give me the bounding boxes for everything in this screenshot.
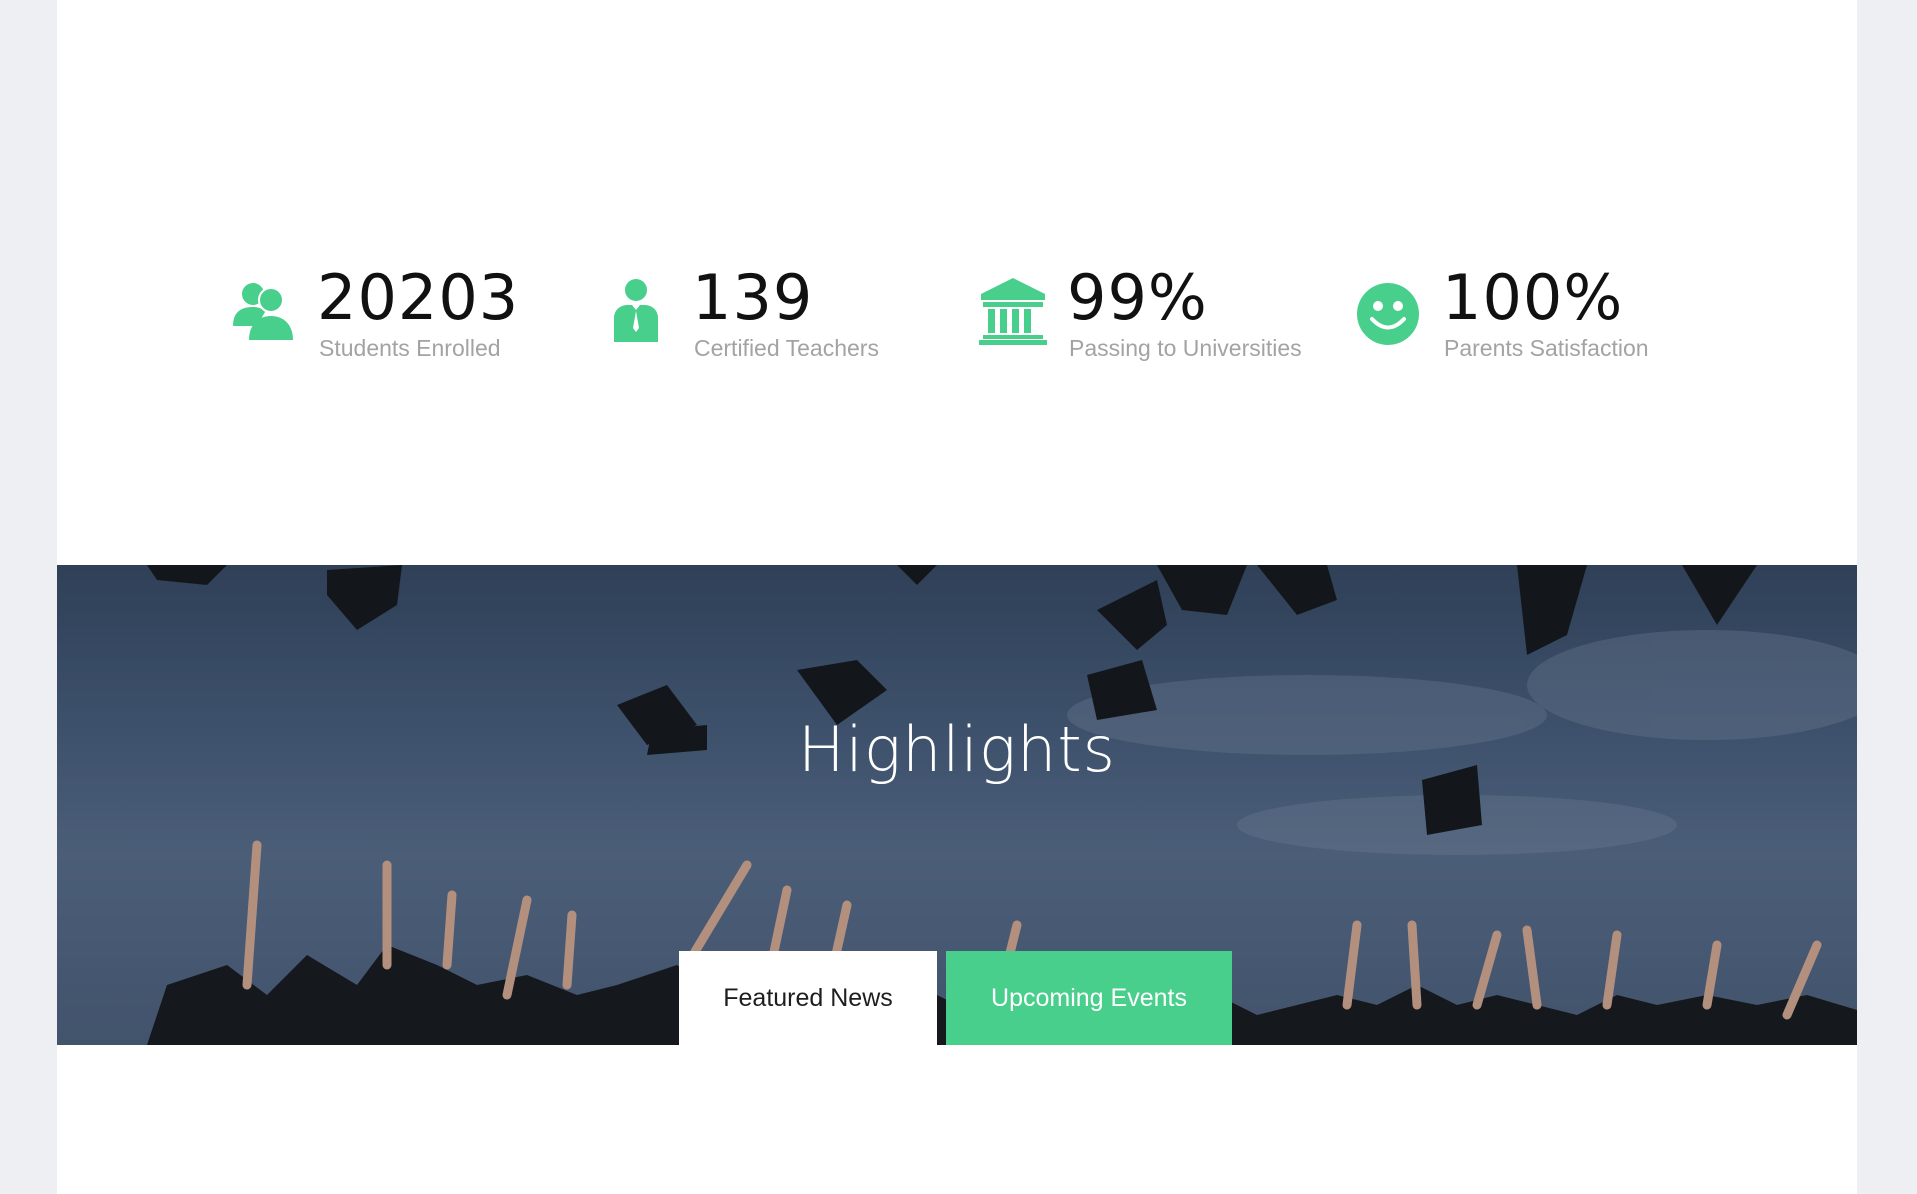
users-icon [233,283,293,340]
stat-number: 100% [1442,261,1624,334]
university-icon [979,278,1047,345]
highlights-title: Highlights [798,713,1116,786]
tab-upcoming-events[interactable]: Upcoming Events [946,951,1232,1045]
stat-number: 20203 [317,261,520,334]
tab-featured-news[interactable]: Featured News [679,951,937,1045]
stat-label: Students Enrolled [319,335,501,361]
page-container: 20203 Students Enrolled 139 Certified Te… [57,0,1857,1194]
stats-row: 20203 Students Enrolled 139 Certified Te… [57,262,1857,372]
smile-icon [1357,283,1419,345]
teacher-icon [614,279,658,342]
stat-number: 99% [1067,261,1208,334]
stat-label: Parents Satisfaction [1444,335,1649,361]
stat-label: Certified Teachers [694,335,879,361]
stat-label: Passing to Universities [1069,335,1302,361]
highlights-banner: Highlights Featured News Upcoming Events [57,565,1857,1045]
stat-number: 139 [692,261,814,334]
